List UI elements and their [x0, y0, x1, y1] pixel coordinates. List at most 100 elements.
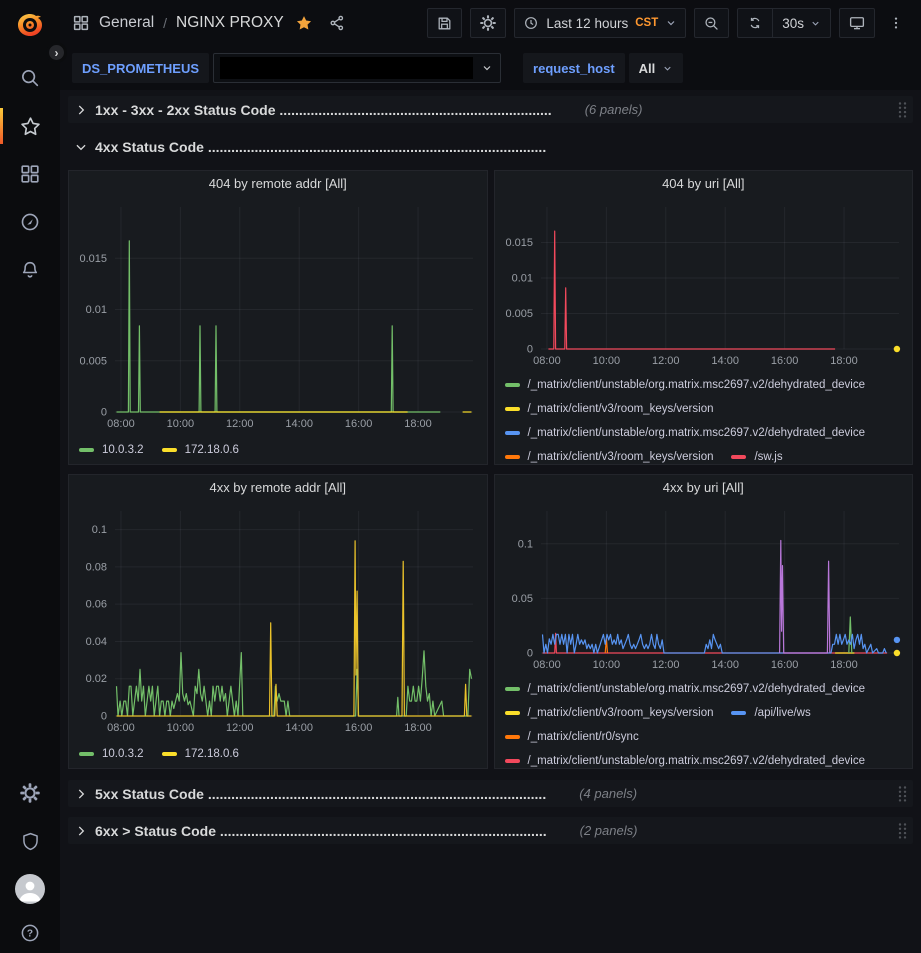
refresh-interval-dropdown[interactable]: 30s — [773, 9, 830, 37]
panel-title[interactable]: 404 by uri [All] — [495, 171, 913, 197]
request-host-select[interactable]: All — [629, 53, 684, 83]
dashboard-content: 1xx - 3xx - 2xx Status Code ............… — [68, 96, 913, 854]
legend-item[interactable]: 172.18.0.6 — [162, 444, 239, 456]
legend-item[interactable]: /api/live/ws — [731, 707, 810, 719]
legend-item[interactable]: 172.18.0.6 — [162, 748, 239, 760]
legend-label: /sw.js — [754, 451, 782, 463]
zoom-out-icon — [703, 15, 720, 32]
variable-label-request-host: request_host — [523, 53, 625, 83]
row-5xx[interactable]: 5xx Status Code ........................… — [68, 780, 913, 807]
svg-text:18:00: 18:00 — [830, 355, 858, 367]
legend-swatch — [505, 759, 520, 763]
legend-item[interactable]: /_matrix/client/unstable/org.matrix.msc2… — [505, 755, 866, 767]
dashboard-settings-button[interactable] — [470, 8, 506, 38]
legend-label: /_matrix/client/v3/room_keys/version — [528, 403, 714, 415]
request-host-value: All — [639, 61, 656, 76]
breadcrumb-folder[interactable]: General — [99, 14, 154, 32]
timeseries-chart-404-remote-addr[interactable]: 00.0050.010.01508:0010:0012:0014:0016:00… — [69, 197, 487, 432]
legend-row: /_matrix/client/unstable/org.matrix.msc2… — [505, 421, 903, 445]
legend-item[interactable]: /_matrix/client/unstable/org.matrix.msc2… — [505, 379, 866, 391]
more-options-button[interactable] — [883, 8, 909, 38]
zoom-out-button[interactable] — [694, 8, 729, 38]
datasource-select[interactable] — [213, 53, 501, 83]
legend-swatch — [731, 455, 746, 459]
time-zone-label: CST — [635, 17, 658, 29]
sidebar-item-configuration[interactable] — [0, 769, 60, 817]
timeseries-chart-4xx-remote-addr[interactable]: 00.020.040.060.080.108:0010:0012:0014:00… — [69, 501, 487, 736]
legend-label: /api/live/ws — [754, 707, 810, 719]
legend-swatch — [505, 711, 520, 715]
legend-item[interactable]: /_matrix/client/unstable/org.matrix.msc2… — [505, 427, 866, 439]
row-title: 1xx - 3xx - 2xx Status Code ............… — [95, 102, 552, 118]
legend-swatch — [731, 711, 746, 715]
sidebar-item-profile[interactable] — [0, 865, 60, 913]
row-drag-handle[interactable] — [897, 785, 908, 803]
row-title: 5xx Status Code ........................… — [95, 786, 546, 802]
refresh-interval-value: 30s — [782, 16, 804, 31]
legend-item[interactable]: /_matrix/client/unstable/org.matrix.msc2… — [505, 683, 866, 695]
panel-404-by-remote-addr: 404 by remote addr [All] 00.0050.010.015… — [68, 170, 488, 465]
legend-label: /_matrix/client/unstable/org.matrix.msc2… — [528, 379, 866, 391]
legend-item[interactable]: /sw.js — [731, 451, 782, 463]
apps-grid-icon[interactable] — [72, 14, 90, 32]
refresh-button[interactable] — [738, 9, 772, 37]
share-icon[interactable] — [328, 14, 346, 32]
svg-text:0.005: 0.005 — [505, 308, 533, 320]
sidebar: ? — [0, 0, 60, 953]
refresh-icon — [747, 15, 763, 31]
svg-text:0.01: 0.01 — [86, 304, 107, 316]
svg-text:18:00: 18:00 — [830, 659, 858, 671]
row-drag-handle[interactable] — [897, 822, 908, 840]
panel-legend: /_matrix/client/unstable/org.matrix.msc2… — [495, 373, 913, 463]
row-4xx[interactable]: 4xx Status Code ........................… — [68, 133, 913, 160]
chevron-down-icon — [810, 18, 821, 29]
row-drag-handle[interactable] — [897, 101, 908, 119]
legend-label: /_matrix/client/unstable/org.matrix.msc2… — [528, 683, 866, 695]
chevron-down-icon — [665, 17, 677, 29]
search-icon — [19, 67, 41, 89]
sidebar-item-dashboards[interactable] — [0, 150, 60, 198]
save-dashboard-button[interactable] — [427, 8, 462, 38]
legend-label: /_matrix/client/unstable/org.matrix.msc2… — [528, 755, 866, 767]
legend-item[interactable]: 10.0.3.2 — [79, 748, 144, 760]
row-1xx-3xx-2xx[interactable]: 1xx - 3xx - 2xx Status Code ............… — [68, 96, 913, 123]
svg-text:10:00: 10:00 — [167, 418, 195, 430]
variable-label-datasource: DS_PROMETHEUS — [72, 53, 209, 83]
panel-title[interactable]: 404 by remote addr [All] — [69, 171, 487, 197]
kebab-menu-icon — [888, 15, 904, 31]
svg-text:0: 0 — [526, 648, 532, 660]
sidebar-item-explore[interactable] — [0, 198, 60, 246]
help-question-icon: ? — [19, 922, 41, 944]
sidebar-expand-button[interactable]: › — [46, 42, 67, 63]
panel-title[interactable]: 4xx by remote addr [All] — [69, 475, 487, 501]
legend-item[interactable]: /_matrix/client/r0/sync — [505, 731, 639, 743]
svg-text:14:00: 14:00 — [285, 418, 313, 430]
timeseries-chart-4xx-uri[interactable]: 00.050.108:0010:0012:0014:0016:0018:00 — [495, 501, 913, 673]
sidebar-item-starred[interactable] — [0, 102, 60, 150]
svg-text:0.1: 0.1 — [92, 524, 107, 536]
row-6xx[interactable]: 6xx > Status Code ......................… — [68, 817, 913, 844]
svg-text:16:00: 16:00 — [345, 722, 373, 734]
sidebar-item-server-admin[interactable] — [0, 817, 60, 865]
timeseries-chart-404-uri[interactable]: 00.0050.010.01508:0010:0012:0014:0016:00… — [495, 197, 913, 369]
favorite-star-icon[interactable] — [295, 14, 313, 32]
legend-swatch — [505, 687, 520, 691]
svg-text:14:00: 14:00 — [711, 355, 739, 367]
tv-mode-button[interactable] — [839, 8, 875, 38]
svg-text:0.005: 0.005 — [79, 355, 107, 367]
legend-item[interactable]: /_matrix/client/v3/room_keys/version — [505, 451, 714, 463]
panel-title[interactable]: 4xx by uri [All] — [495, 475, 913, 501]
sidebar-item-help[interactable]: ? — [0, 913, 60, 953]
svg-text:0.1: 0.1 — [517, 538, 532, 550]
dashboard-title[interactable]: NGINX PROXY — [176, 14, 284, 32]
legend-label: 172.18.0.6 — [185, 444, 239, 456]
legend-item[interactable]: /_matrix/client/v3/room_keys/version — [505, 707, 714, 719]
time-range-picker[interactable]: Last 12 hours CST — [514, 8, 686, 38]
legend-label: /_matrix/client/v3/room_keys/version — [528, 451, 714, 463]
sidebar-item-alerting[interactable] — [0, 246, 60, 294]
user-avatar — [15, 874, 45, 904]
breadcrumb: General / NGINX PROXY — [72, 14, 346, 32]
legend-item[interactable]: 10.0.3.2 — [79, 444, 144, 456]
panel-legend: 10.0.3.2 172.18.0.6 — [69, 742, 487, 766]
legend-item[interactable]: /_matrix/client/v3/room_keys/version — [505, 403, 714, 415]
